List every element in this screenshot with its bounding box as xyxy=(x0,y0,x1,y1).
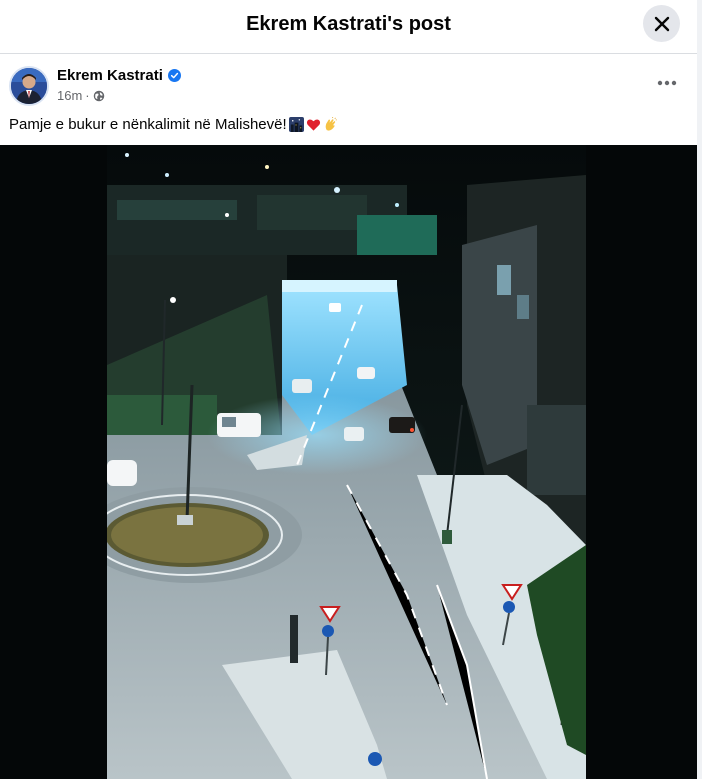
caption-text: Pamje e bukur e nënkalimit në Malishevë! xyxy=(9,116,287,133)
red-heart-emoji xyxy=(306,119,320,131)
more-options-icon xyxy=(657,80,677,86)
author-line: Ekrem Kastrati xyxy=(57,67,181,84)
post-timestamp[interactable]: 16m xyxy=(57,88,82,103)
post-photo[interactable] xyxy=(107,145,586,779)
night-city-emoji xyxy=(288,117,304,132)
close-icon xyxy=(654,16,669,31)
post-header: Ekrem Kastrati 16m · xyxy=(9,66,689,108)
post-media[interactable] xyxy=(0,145,697,779)
dialog-header: Ekrem Kastrati's post xyxy=(0,0,697,54)
post-meta: 16m · xyxy=(57,88,105,103)
post-caption: Pamje e bukur e nënkalimit në Malishevë! xyxy=(9,116,338,133)
clapping-hands-emoji xyxy=(325,117,337,131)
scrollbar[interactable] xyxy=(697,0,702,779)
more-options-button[interactable] xyxy=(654,70,680,96)
globe-icon[interactable] xyxy=(93,90,105,102)
author-name[interactable]: Ekrem Kastrati xyxy=(57,67,163,84)
post-dialog: Ekrem Kastrati's post Ekrem Kastrati 16m… xyxy=(0,0,697,779)
meta-separator: · xyxy=(85,88,90,103)
verified-badge-icon xyxy=(167,69,181,82)
close-button[interactable] xyxy=(643,5,680,42)
avatar[interactable] xyxy=(9,66,49,106)
dialog-title: Ekrem Kastrati's post xyxy=(246,13,451,35)
photo-image xyxy=(107,145,586,779)
